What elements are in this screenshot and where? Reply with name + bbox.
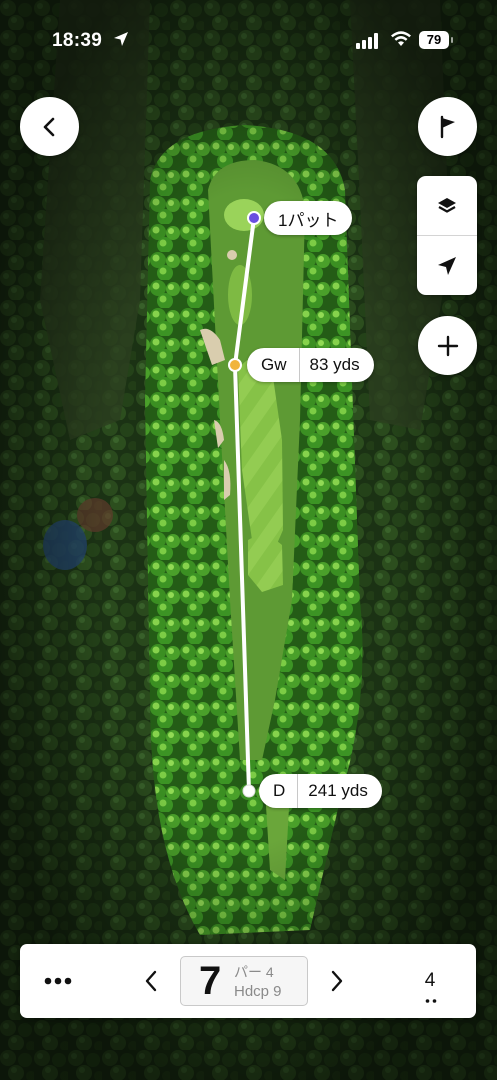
hole-par: パー 4 bbox=[234, 964, 274, 980]
shot-club-label: Gw bbox=[247, 348, 300, 382]
shot-label-d[interactable]: D 241 yds bbox=[259, 774, 382, 808]
add-button[interactable] bbox=[418, 316, 477, 375]
chevron-left-icon bbox=[145, 970, 157, 992]
hole-selector[interactable]: 7 パー 4 Hdcp 9 bbox=[180, 956, 308, 1006]
wifi-icon bbox=[391, 31, 411, 46]
pin-flag-button[interactable] bbox=[418, 97, 477, 156]
ellipsis-icon bbox=[44, 977, 72, 985]
battery-tip bbox=[451, 37, 453, 43]
navigation-arrow-icon bbox=[438, 256, 456, 275]
shot-marker-gw[interactable] bbox=[228, 358, 242, 372]
chevron-right-icon bbox=[331, 970, 343, 992]
plus-icon bbox=[437, 335, 458, 356]
status-bar: 18:39 79 bbox=[0, 0, 497, 80]
previous-hole-button[interactable] bbox=[140, 966, 162, 996]
next-hole-button[interactable] bbox=[326, 966, 348, 996]
shot-distance-label: 241 yds bbox=[308, 781, 368, 800]
back-button[interactable] bbox=[20, 97, 79, 156]
layers-icon bbox=[438, 197, 456, 213]
shot-label-gw[interactable]: Gw 83 yds bbox=[247, 348, 374, 382]
hole-number: 7 bbox=[199, 959, 222, 1003]
hole-score[interactable]: 4 bbox=[418, 970, 442, 992]
shot-marker-putt[interactable] bbox=[247, 211, 261, 225]
shot-club-label: 1パット bbox=[278, 210, 339, 230]
location-arrow-icon bbox=[114, 32, 128, 46]
hole-handicap: Hdcp 9 bbox=[234, 983, 282, 1000]
map-tools-group bbox=[417, 176, 477, 295]
locate-button[interactable] bbox=[417, 236, 477, 295]
score-dots-icon bbox=[425, 999, 437, 1003]
more-options-button[interactable] bbox=[40, 968, 76, 994]
shot-marker-d[interactable] bbox=[242, 784, 256, 798]
chevron-left-icon bbox=[43, 117, 54, 136]
status-time: 18:39 bbox=[52, 30, 103, 51]
shot-label-putt[interactable]: 1パット bbox=[264, 201, 353, 235]
course-map[interactable] bbox=[0, 0, 497, 1080]
shot-distance-label: 83 yds bbox=[309, 355, 360, 374]
battery-indicator: 79 bbox=[419, 31, 449, 49]
hole-navigation-bar: 7 パー 4 Hdcp 9 4 bbox=[20, 944, 476, 1018]
cellular-signal-icon bbox=[356, 33, 378, 49]
layers-button[interactable] bbox=[417, 176, 477, 235]
shot-club-label: D bbox=[259, 774, 299, 808]
flag-icon bbox=[440, 115, 455, 138]
